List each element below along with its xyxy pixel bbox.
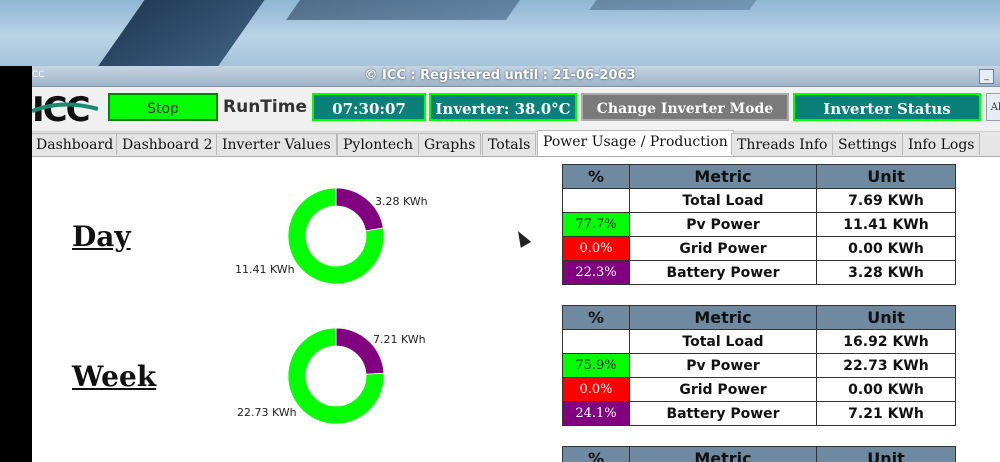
- metric-cell: Pv Power: [629, 212, 817, 237]
- week-metrics-table: % Metric Unit Total Load 16.92 KWh 75.9%…: [562, 305, 956, 426]
- change-inverter-mode-button[interactable]: Change Inverter Mode: [581, 93, 789, 121]
- tab-power-usage-production[interactable]: Power Usage / Production: [537, 130, 734, 156]
- header-pct: %: [562, 305, 630, 330]
- tab-threads-info[interactable]: Threads Info: [731, 133, 834, 155]
- icc-logo-mark: ICC: [32, 90, 99, 130]
- day-donut-chart: [287, 187, 385, 285]
- table-row: 77.7% Pv Power 11.41 KWh: [562, 212, 956, 237]
- inverter-temperature: Inverter: 38.0°C: [429, 93, 577, 121]
- table-row: 75.9% Pv Power 22.73 KWh: [562, 353, 956, 378]
- metric-cell: Total Load: [629, 329, 817, 354]
- header-unit: Unit: [816, 446, 956, 462]
- pct-cell: 24.1%: [562, 401, 630, 426]
- unit-cell: 11.41 KWh: [816, 212, 956, 237]
- unit-cell: 7.69 KWh: [816, 188, 956, 213]
- window-title: © ICC : Registered until : 21-06-2063: [364, 68, 636, 83]
- metric-cell: Battery Power: [629, 401, 817, 426]
- runtime-value: 07:30:07: [312, 93, 426, 121]
- title-bar[interactable]: CC © ICC : Registered until : 21-06-2063…: [32, 66, 1000, 87]
- inverter-status-button[interactable]: Inverter Status: [793, 93, 981, 121]
- pct-cell: 22.3%: [562, 260, 630, 285]
- pct-cell: 77.7%: [562, 212, 630, 237]
- metric-cell: Battery Power: [629, 260, 817, 285]
- table-header-row: % Metric Unit: [562, 164, 956, 189]
- pct-cell: 0.0%: [562, 236, 630, 261]
- tab-settings[interactable]: Settings: [832, 133, 903, 155]
- header-metric: Metric: [629, 305, 817, 330]
- tab-graphs[interactable]: Graphs: [418, 133, 482, 155]
- desktop-wallpaper: [0, 0, 1000, 66]
- tab-inverter-values[interactable]: Inverter Values: [216, 133, 337, 155]
- header-pct: %: [562, 164, 630, 189]
- pct-cell: [562, 188, 630, 213]
- header-metric: Metric: [629, 164, 817, 189]
- week-battery-label: 7.21 KWh: [373, 333, 426, 346]
- header-unit: Unit: [816, 305, 956, 330]
- period-title-day: Day: [72, 220, 131, 253]
- metric-cell: Grid Power: [629, 236, 817, 261]
- pct-cell: 75.9%: [562, 353, 630, 378]
- header-pct: %: [562, 446, 630, 462]
- tab-dashboard[interactable]: Dashboard: [32, 133, 120, 155]
- period-title-week: Week: [72, 360, 157, 393]
- pct-cell: 0.0%: [562, 377, 630, 402]
- day-metrics-table: % Metric Unit Total Load 7.69 KWh 77.7% …: [562, 164, 956, 285]
- table-row: 0.0% Grid Power 0.00 KWh: [562, 236, 956, 261]
- day-battery-label: 3.28 KWh: [375, 195, 428, 208]
- unit-cell: 3.28 KWh: [816, 260, 956, 285]
- minimize-button[interactable]: _: [979, 69, 994, 84]
- unit-cell: 7.21 KWh: [816, 401, 956, 426]
- unit-cell: 0.00 KWh: [816, 377, 956, 402]
- table-header-row: % Metric Unit: [562, 305, 956, 330]
- week-pv-label: 22.73 KWh: [237, 406, 297, 419]
- third-metrics-table: % Metric Unit: [562, 446, 956, 462]
- runtime-label: RunTime: [223, 97, 307, 117]
- metric-cell: Grid Power: [629, 377, 817, 402]
- table-row: 24.1% Battery Power 7.21 KWh: [562, 401, 956, 426]
- tab-dashboard-2[interactable]: Dashboard 2: [116, 133, 219, 155]
- header-metric: Metric: [629, 446, 817, 462]
- unit-cell: 16.92 KWh: [816, 329, 956, 354]
- toolbar: ICC Stop RunTime 07:30:07 Inverter: 38.0…: [32, 87, 1000, 132]
- pct-cell: [562, 329, 630, 354]
- header-unit: Unit: [816, 164, 956, 189]
- table-header-row: % Metric Unit: [562, 446, 956, 462]
- tab-bar: Dashboard Dashboard 2 Inverter Values Py…: [32, 130, 1000, 157]
- metric-cell: Total Load: [629, 188, 817, 213]
- table-row: 22.3% Battery Power 3.28 KWh: [562, 260, 956, 285]
- day-pv-label: 11.41 KWh: [235, 263, 295, 276]
- unit-cell: 22.73 KWh: [816, 353, 956, 378]
- stop-button[interactable]: Stop: [108, 93, 218, 121]
- table-row: Total Load 16.92 KWh: [562, 329, 956, 354]
- tab-pylontech[interactable]: Pylontech: [337, 133, 420, 155]
- mouse-pointer-icon: [512, 228, 532, 248]
- app-window: CC © ICC : Registered until : 21-06-2063…: [32, 66, 1000, 462]
- icc-logo: ICC: [32, 90, 99, 136]
- metric-cell: Pv Power: [629, 353, 817, 378]
- tab-totals[interactable]: Totals: [482, 133, 537, 155]
- week-donut-chart: [287, 327, 385, 425]
- table-row: Total Load 7.69 KWh: [562, 188, 956, 213]
- tab-info-logs[interactable]: Info Logs: [902, 133, 981, 155]
- unit-cell: 0.00 KWh: [816, 236, 956, 261]
- edge-button[interactable]: Al: [986, 93, 1000, 121]
- table-row: 0.0% Grid Power 0.00 KWh: [562, 377, 956, 402]
